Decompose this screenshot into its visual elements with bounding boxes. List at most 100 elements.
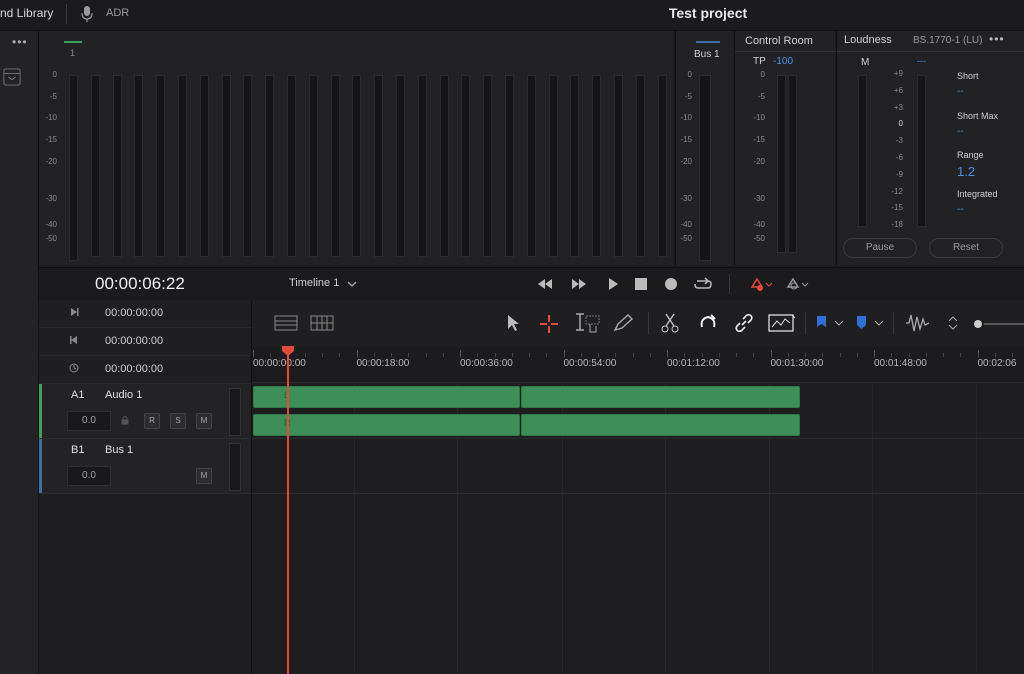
rewind-icon[interactable] xyxy=(537,276,553,292)
auto-track-selector-icon[interactable] xyxy=(768,313,796,333)
meter-bar xyxy=(134,75,143,257)
ruler-minor-tick xyxy=(839,353,841,357)
left-panel-strip: ••• xyxy=(0,31,39,674)
zoom-slider-track[interactable] xyxy=(984,323,1024,325)
microphone-icon[interactable] xyxy=(80,5,94,23)
loop-icon[interactable] xyxy=(693,276,713,292)
timeline-tracks-area[interactable]: L R xyxy=(252,383,1024,674)
loudness-standard[interactable]: BS.1770-1 (LU) xyxy=(913,35,982,46)
chevron-down-icon[interactable] xyxy=(874,319,884,327)
audio-clip[interactable]: R xyxy=(253,414,520,436)
waveform-zoom-icon[interactable] xyxy=(905,312,931,334)
meter-bar xyxy=(461,75,470,257)
scale-label: -20 xyxy=(753,157,765,166)
solo-button[interactable]: S xyxy=(170,413,186,429)
track-name[interactable]: Bus 1 xyxy=(105,444,133,456)
timecode-value[interactable]: 00:00:00:00 xyxy=(105,335,163,347)
scale-label: -9 xyxy=(895,169,903,179)
short-max-value: -- xyxy=(957,126,964,137)
fast-forward-icon[interactable] xyxy=(571,276,587,292)
playhead[interactable] xyxy=(287,347,289,674)
ruler-minor-tick xyxy=(994,353,996,357)
chevron-down-icon[interactable] xyxy=(347,279,357,289)
playhead-handle-icon[interactable] xyxy=(281,345,295,357)
meter-bar xyxy=(418,75,427,257)
meter-bar xyxy=(200,75,209,257)
timeline-selector[interactable]: Timeline 1 xyxy=(289,277,339,289)
scale-label: 0 xyxy=(898,119,903,129)
range-select-icon[interactable] xyxy=(539,314,559,334)
reset-button[interactable]: Reset xyxy=(929,238,1003,258)
ruler-minor-tick xyxy=(322,353,323,357)
scale-label: -40 xyxy=(753,220,765,229)
record-arm-button[interactable]: R xyxy=(144,413,160,429)
track-mini-meter xyxy=(229,388,241,436)
play-icon[interactable] xyxy=(605,276,621,292)
scale-label: -15 xyxy=(753,135,765,144)
ruler-minor-tick xyxy=(477,353,479,357)
lock-icon[interactable] xyxy=(120,415,130,425)
integrated-value: -- xyxy=(957,204,964,215)
control-room-panel: Control Room TP -100 0 -5 -10 -15 -20 -30 -40 -… xyxy=(734,31,835,265)
audio-clip[interactable] xyxy=(521,386,800,408)
ruler-tick-label: 00:00:54:00 xyxy=(563,358,617,369)
sound-library-tab[interactable]: nd Library xyxy=(0,6,53,20)
ruler-minor-tick xyxy=(753,353,755,357)
mute-button[interactable]: M xyxy=(196,468,212,484)
track-id: B1 xyxy=(71,444,85,456)
audio-clip[interactable] xyxy=(521,414,800,436)
momentary-label: M xyxy=(861,57,870,68)
pencil-icon[interactable] xyxy=(612,313,634,333)
range-value: 1.2 xyxy=(957,164,976,179)
more-options-icon[interactable]: ••• xyxy=(12,35,28,49)
timecode-value[interactable]: 00:00:00:00 xyxy=(105,307,163,319)
track-volume[interactable]: 0.0 xyxy=(67,466,111,486)
scale-label: -6 xyxy=(895,153,903,162)
scale-label: -40 xyxy=(680,220,692,229)
chevron-down-icon[interactable] xyxy=(834,319,844,327)
meter-bar xyxy=(505,75,514,257)
track-volume[interactable]: 0.0 xyxy=(67,411,111,431)
snapping-magnet-icon[interactable] xyxy=(698,313,718,333)
scale-label: -18 xyxy=(891,220,903,230)
timecode-value[interactable]: 00:00:00:00 xyxy=(105,363,163,375)
scale-label: -30 xyxy=(680,194,692,203)
panel-toggle-icon[interactable] xyxy=(3,68,21,86)
ruler-minor-tick xyxy=(615,353,617,357)
meter-bar xyxy=(156,75,165,257)
trim-edit-icon[interactable] xyxy=(572,312,602,334)
meter-bar xyxy=(178,75,187,257)
bus-meter-panel: Bus 1 0 -5 -10 -15 -20 -30 -40 -50 xyxy=(675,31,733,265)
record-arm-icon[interactable] xyxy=(749,276,773,292)
meter-bar xyxy=(352,75,361,257)
track-height-small-icon[interactable] xyxy=(310,315,334,331)
track-b1[interactable]: B1 Bus 1 0.0 M xyxy=(39,439,251,494)
mute-button[interactable]: M xyxy=(196,413,212,429)
pause-button[interactable]: Pause xyxy=(843,238,917,258)
blade-scissors-icon[interactable] xyxy=(661,313,679,333)
audio-clip[interactable]: L xyxy=(253,386,520,408)
marker-icon[interactable] xyxy=(855,315,867,331)
timeline-ruler[interactable]: 00:00:00:00 00:00:18:00 00:00:36:00 00:00:5… xyxy=(252,348,1024,383)
meter-bar xyxy=(113,75,122,257)
track-color-strip xyxy=(39,439,42,493)
selection-pointer-icon[interactable] xyxy=(506,314,520,332)
adr-tab[interactable]: ADR xyxy=(106,7,129,19)
scale-label: -10 xyxy=(680,113,692,122)
flag-icon[interactable] xyxy=(815,315,827,331)
track-name[interactable]: Audio 1 xyxy=(105,389,142,401)
zoom-slider-handle[interactable] xyxy=(974,320,982,328)
track-a1[interactable]: A1 Audio 1 0.0 R S M xyxy=(39,384,251,439)
link-clips-icon[interactable] xyxy=(734,313,754,333)
vertical-zoom-icon[interactable] xyxy=(948,315,958,331)
tp-label: TP xyxy=(753,56,766,67)
channel-number: 1 xyxy=(70,48,76,58)
track-height-large-icon[interactable] xyxy=(274,315,298,331)
stop-icon[interactable] xyxy=(633,276,649,292)
automation-icon[interactable] xyxy=(785,276,809,292)
scale-label: -50 xyxy=(45,234,57,243)
loudness-more-icon[interactable]: ••• xyxy=(989,32,1005,46)
transport-bar: 00:00:06:22 Timeline 1 xyxy=(39,267,1024,301)
mark-in-icon xyxy=(71,308,79,316)
record-icon[interactable] xyxy=(663,276,679,292)
